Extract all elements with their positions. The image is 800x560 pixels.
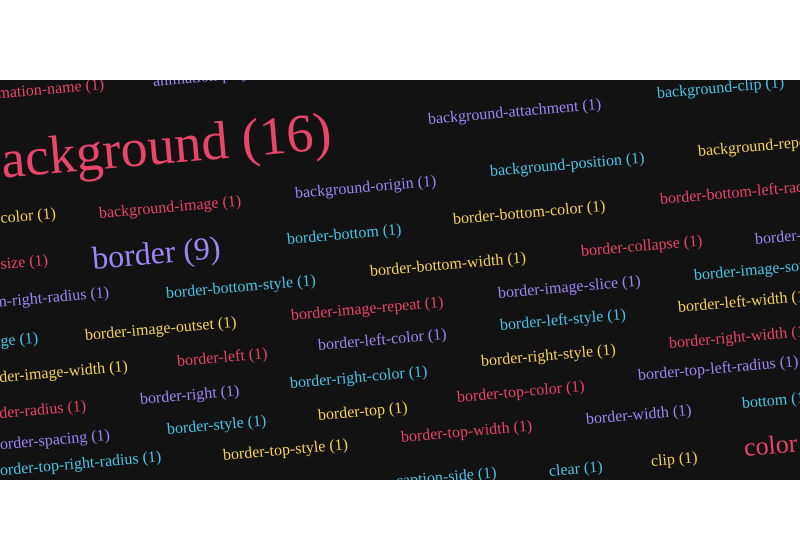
word: border-image (1) [0, 329, 39, 356]
word: border-top-right-radius (1) [0, 448, 162, 480]
word: clear (1) [548, 458, 604, 480]
word: border-left (1) [176, 345, 269, 370]
word-cloud: animation-name (1) animation-play backgr… [0, 80, 800, 480]
word-large: border (9) [90, 228, 222, 276]
word: border-top-left-radius (1) [637, 353, 800, 384]
word: border-image-width (1) [0, 357, 129, 388]
word: border-width (1) [585, 401, 693, 428]
word: border-bottom-left-radius (1) [659, 175, 800, 208]
word: background-attachment (1) [427, 95, 602, 128]
word: animation-name (1) [0, 80, 105, 104]
word: caption-side (1) [395, 464, 498, 480]
word: border-image-source (1) [693, 253, 800, 284]
word: border-bottom (1) [286, 221, 403, 248]
word: bottom (1) [741, 389, 800, 412]
word: border-top-width (1) [400, 417, 533, 446]
word: border-bottom-style (1) [165, 271, 317, 302]
word: border-right (1) [139, 382, 240, 408]
word: border-color (1) [754, 222, 800, 248]
word: border-image-outset (1) [84, 313, 238, 344]
word: border-collapse (1) [580, 232, 704, 260]
word: border-right-width (1) [668, 322, 800, 352]
word-large: background (16) [0, 100, 334, 192]
word: border-top-style (1) [222, 436, 349, 464]
word: border-left-width (1) [677, 287, 800, 316]
word: border-bottom-color (1) [452, 197, 607, 228]
word: background-color (1) [0, 205, 57, 234]
word: border-top (1) [317, 399, 409, 424]
word: background-position (1) [489, 149, 646, 180]
word: border-left-color (1) [317, 325, 448, 354]
word: border-radius (1) [0, 397, 87, 424]
word: border-bottom-width (1) [369, 249, 527, 280]
word: background-image (1) [98, 192, 242, 222]
word: border-style (1) [166, 412, 267, 438]
word: animation-play [152, 80, 250, 90]
word: border-right-style (1) [480, 341, 617, 370]
word: border-image-repeat (1) [290, 293, 445, 324]
word-large: color [742, 428, 799, 462]
word: border-top-color (1) [456, 377, 586, 406]
word: border-left-style (1) [499, 306, 627, 334]
word: border-spacing (1) [0, 426, 111, 454]
word: border-image-slice (1) [497, 272, 642, 302]
word: clip (1) [650, 448, 699, 470]
word: background-clip (1) [656, 80, 785, 102]
word: border-right-color (1) [289, 363, 429, 392]
word: background-repeat (1) [697, 131, 800, 160]
word: background-size (1) [0, 251, 49, 280]
word: background-origin (1) [294, 172, 437, 202]
word: border-bottom-right-radius (1) [0, 284, 110, 318]
